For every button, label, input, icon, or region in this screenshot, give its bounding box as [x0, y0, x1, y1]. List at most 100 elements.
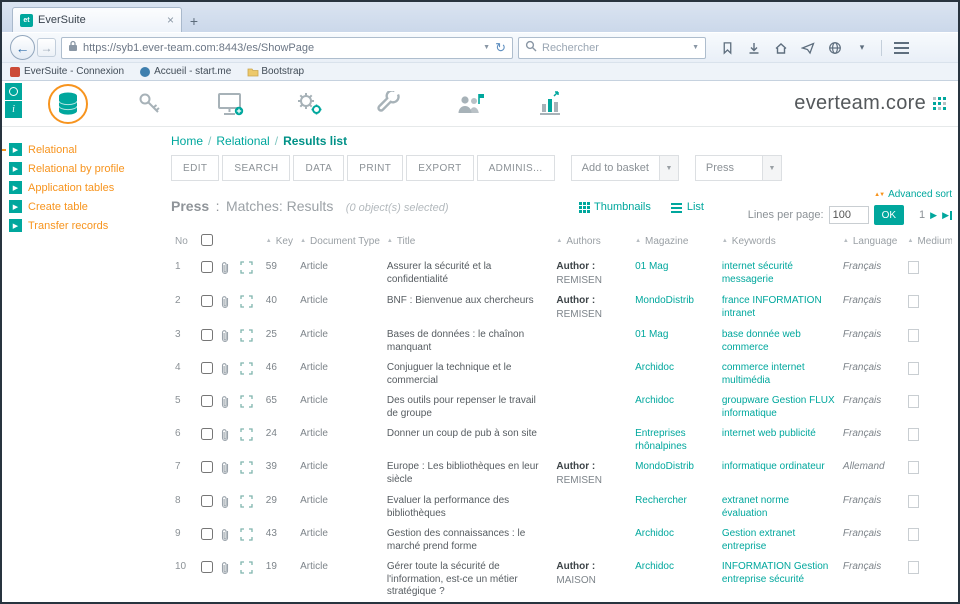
lines-per-page-input[interactable]	[829, 206, 869, 224]
attachment-icon[interactable]	[215, 391, 235, 424]
attachment-icon[interactable]	[215, 424, 235, 457]
module-settings-icon[interactable]	[292, 86, 328, 122]
next-page-icon[interactable]	[930, 211, 937, 220]
medium-icon[interactable]	[904, 257, 953, 291]
expand-icon[interactable]	[236, 291, 262, 325]
magazine-link[interactable]: Archidoc	[635, 528, 674, 541]
magazine-link[interactable]: Archidoc	[635, 395, 674, 408]
medium-icon[interactable]	[904, 325, 953, 358]
menu-data[interactable]: DATA	[293, 155, 344, 181]
expand-icon[interactable]	[236, 257, 262, 291]
attachment-icon[interactable]	[215, 491, 235, 524]
row-checkbox[interactable]	[201, 362, 213, 374]
menu-export[interactable]: EXPORT	[406, 155, 473, 181]
list-toggle[interactable]: List	[671, 201, 704, 213]
caret-down-icon[interactable]	[659, 156, 678, 180]
magazine-link[interactable]: 01 Mag	[635, 329, 668, 342]
home-icon[interactable]	[773, 40, 789, 56]
magazine-link[interactable]: MondoDistrib	[635, 461, 694, 474]
medium-icon[interactable]	[904, 358, 953, 391]
breadcrumb-home[interactable]: Home	[171, 134, 203, 148]
row-checkbox[interactable]	[201, 561, 213, 573]
attachment-icon[interactable]	[215, 358, 235, 391]
bookmark-item[interactable]: Bootstrap	[247, 66, 304, 77]
medium-icon[interactable]	[904, 557, 953, 602]
menu-adminis[interactable]: ADMINIS...	[477, 155, 555, 181]
sidebar-item-application-tables[interactable]: Application tables	[2, 178, 165, 197]
row-checkbox[interactable]	[201, 329, 213, 341]
tab-close-icon[interactable]	[167, 14, 174, 26]
menu-edit[interactable]: EDIT	[171, 155, 219, 181]
browser-tab[interactable]: et EverSuite	[12, 7, 182, 32]
column-header-keywords[interactable]: Keywords	[718, 231, 839, 257]
module-reports-icon[interactable]	[532, 86, 568, 122]
module-tools-icon[interactable]	[372, 86, 408, 122]
thumbnails-toggle[interactable]: Thumbnails	[579, 201, 651, 213]
sidebar-item-create-table[interactable]: Create table	[2, 197, 165, 216]
column-header-magazine[interactable]: Magazine	[631, 231, 718, 257]
expand-icon[interactable]	[236, 325, 262, 358]
module-workstation-icon[interactable]	[212, 86, 248, 122]
bookmark-item[interactable]: Accueil - start.me	[140, 66, 231, 77]
keywords-link[interactable]: commerce internet multimédia	[722, 362, 835, 387]
row-checkbox[interactable]	[201, 295, 213, 307]
column-header-document-type[interactable]: Document Type	[296, 231, 383, 257]
magazine-link[interactable]: Archidoc	[635, 561, 674, 574]
urlbar-dropdown-icon[interactable]	[483, 44, 490, 51]
expand-icon[interactable]	[236, 557, 262, 602]
medium-icon[interactable]	[904, 291, 953, 325]
column-header-no[interactable]: No	[171, 231, 197, 257]
expand-icon[interactable]	[236, 424, 262, 457]
network-globe-icon[interactable]	[827, 40, 843, 56]
row-checkbox[interactable]	[201, 528, 213, 540]
attachment-icon[interactable]	[215, 325, 235, 358]
sidebar-item-transfer-records[interactable]: Transfer records	[2, 216, 165, 235]
medium-icon[interactable]	[904, 457, 953, 491]
keywords-link[interactable]: Gestion extranet entreprise	[722, 528, 835, 553]
magazine-link[interactable]: MondoDistrib	[635, 295, 694, 308]
column-header-title[interactable]: Title	[383, 231, 553, 257]
keywords-link[interactable]: groupware Gestion FLUX informatique	[722, 395, 835, 420]
column-header-key[interactable]: Key	[262, 231, 296, 257]
back-button[interactable]	[10, 35, 35, 60]
downloads-icon[interactable]	[746, 40, 762, 56]
column-header-language[interactable]: Language	[839, 231, 904, 257]
search-box[interactable]: Rechercher	[518, 37, 706, 59]
medium-icon[interactable]	[904, 424, 953, 457]
module-key-icon[interactable]	[132, 86, 168, 122]
row-checkbox[interactable]	[201, 495, 213, 507]
view-dropdown[interactable]: Press	[695, 155, 782, 181]
attachment-icon[interactable]	[215, 257, 235, 291]
send-icon[interactable]	[800, 40, 816, 56]
medium-icon[interactable]	[904, 491, 953, 524]
last-page-icon[interactable]	[942, 211, 952, 220]
magazine-link[interactable]: Entreprises rhônalpines	[635, 428, 714, 453]
expand-icon[interactable]	[236, 358, 262, 391]
forward-button[interactable]	[37, 38, 56, 57]
row-checkbox[interactable]	[201, 395, 213, 407]
expand-icon[interactable]	[236, 391, 262, 424]
keywords-link[interactable]: base donnée web commerce	[722, 329, 835, 354]
search-engine-caret-icon[interactable]	[692, 44, 699, 51]
magazine-link[interactable]: 01 Mag	[635, 261, 668, 274]
column-header-authors[interactable]: Authors	[552, 231, 631, 257]
attachment-icon[interactable]	[215, 291, 235, 325]
module-database-icon[interactable]	[48, 84, 88, 124]
apps-icon[interactable]	[5, 83, 22, 100]
expand-icon[interactable]	[236, 524, 262, 557]
menu-print[interactable]: PRINT	[347, 155, 403, 181]
row-checkbox[interactable]	[201, 461, 213, 473]
medium-icon[interactable]	[904, 391, 953, 424]
attachment-icon[interactable]	[215, 524, 235, 557]
new-tab-button[interactable]	[182, 10, 206, 32]
keywords-link[interactable]: extranet norme évaluation	[722, 495, 835, 520]
overflow-caret-icon[interactable]	[854, 40, 870, 56]
expand-icon[interactable]	[236, 491, 262, 524]
attachment-icon[interactable]	[215, 557, 235, 602]
keywords-link[interactable]: france INFORMATION intranet	[722, 295, 835, 320]
medium-icon[interactable]	[904, 524, 953, 557]
keywords-link[interactable]: INFORMATION Gestion entreprise sécurité	[722, 561, 835, 586]
keywords-link[interactable]: informatique ordinateur	[722, 461, 825, 474]
row-checkbox[interactable]	[201, 261, 213, 273]
caret-down-icon[interactable]	[762, 156, 781, 180]
